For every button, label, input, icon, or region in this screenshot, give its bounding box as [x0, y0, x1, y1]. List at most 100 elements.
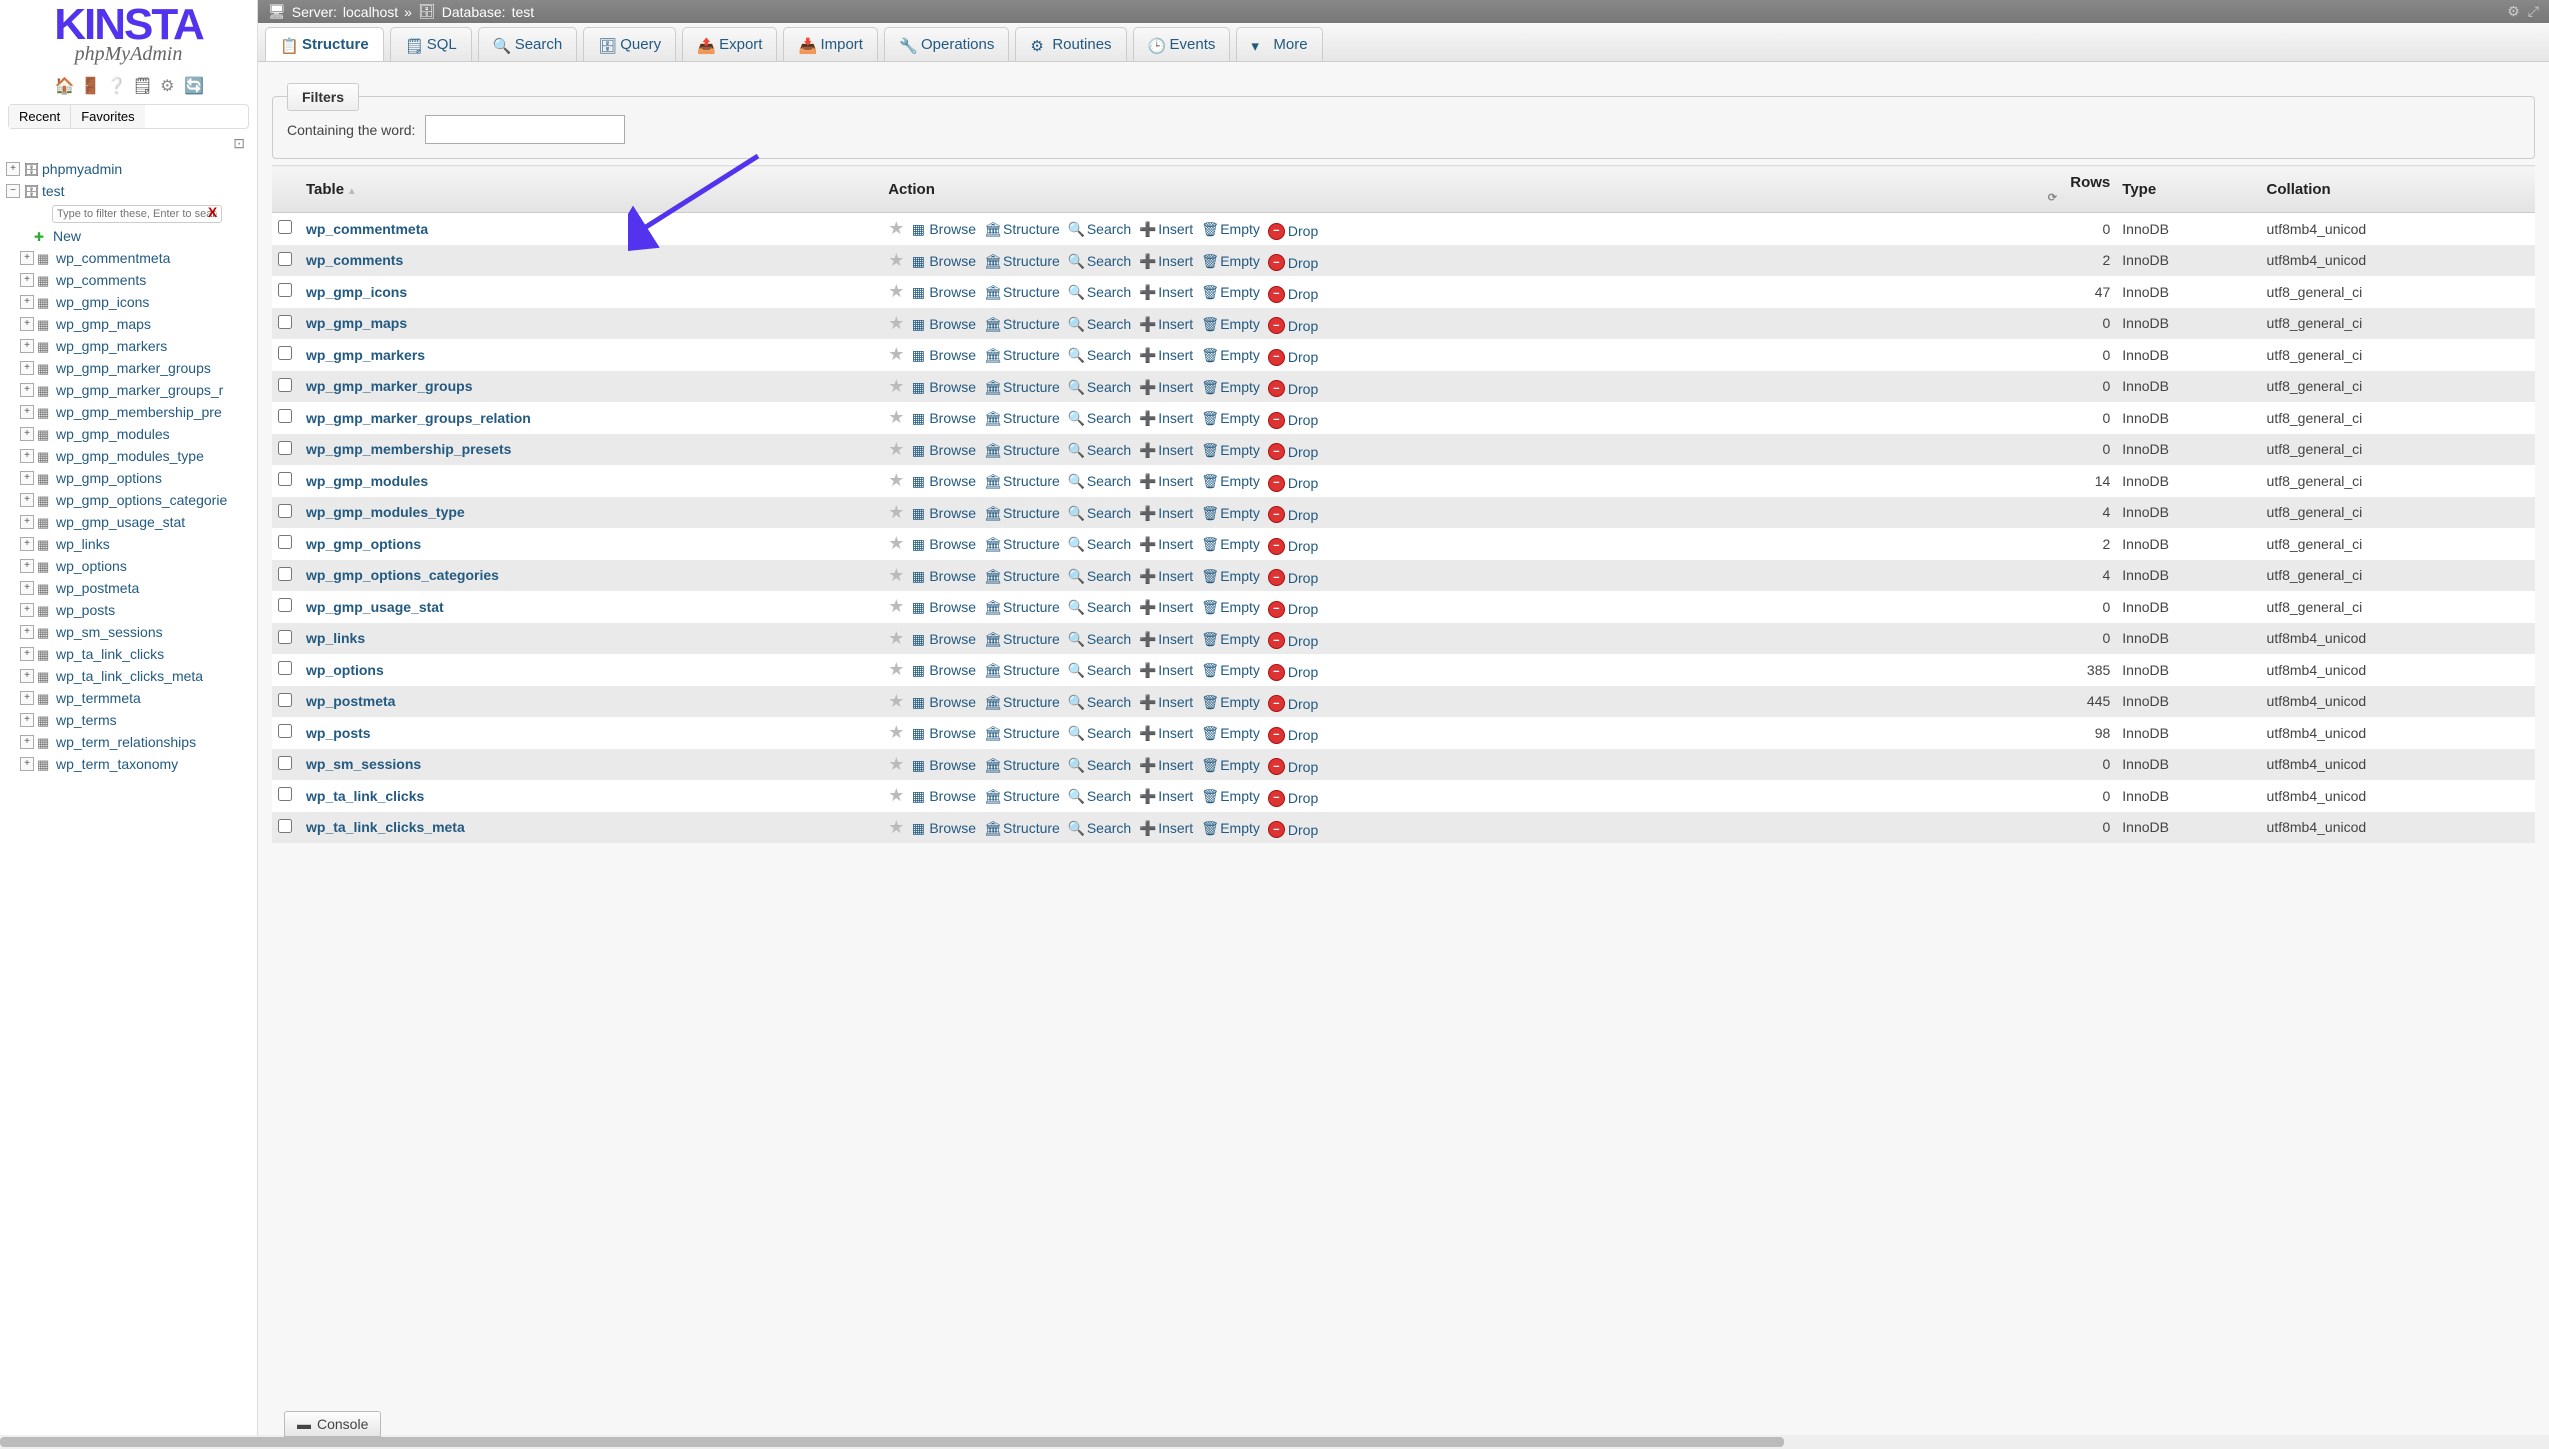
browse-action[interactable]: ▦Browse [910, 442, 976, 458]
table-name-link[interactable]: wp_commentmeta [306, 221, 428, 237]
drop-action[interactable]: −Drop [1268, 601, 1318, 618]
favorite-icon[interactable]: ★ [888, 376, 904, 397]
insert-action[interactable]: ➕Insert [1139, 410, 1193, 426]
structure-action[interactable]: 🏛Structure [984, 316, 1060, 332]
drop-action[interactable]: −Drop [1268, 821, 1318, 838]
tab-routines[interactable]: ⚙Routines [1015, 27, 1126, 61]
insert-action[interactable]: ➕Insert [1139, 347, 1193, 363]
insert-action[interactable]: ➕Insert [1139, 536, 1193, 552]
col-type[interactable]: Type [2116, 166, 2260, 213]
collapse-top-icon[interactable]: ⤢ [2528, 3, 2539, 20]
row-checkbox[interactable] [278, 283, 292, 297]
tree-table-node[interactable]: +wp_comments [4, 269, 255, 291]
structure-action[interactable]: 🏛Structure [984, 631, 1060, 647]
row-checkbox[interactable] [278, 346, 292, 360]
row-checkbox[interactable] [278, 598, 292, 612]
structure-action[interactable]: 🏛Structure [984, 284, 1060, 300]
tab-import[interactable]: 📥Import [783, 27, 878, 61]
tree-table-node[interactable]: +wp_options [4, 555, 255, 577]
empty-action[interactable]: 🗑Empty [1201, 442, 1260, 458]
empty-action[interactable]: 🗑Empty [1201, 599, 1260, 615]
table-name-link[interactable]: wp_options [306, 662, 384, 678]
tree-table-node[interactable]: +wp_ta_link_clicks [4, 643, 255, 665]
row-checkbox[interactable] [278, 441, 292, 455]
tree-table-node[interactable]: +wp_posts [4, 599, 255, 621]
insert-action[interactable]: ➕Insert [1139, 442, 1193, 458]
insert-action[interactable]: ➕Insert [1139, 473, 1193, 489]
tree-table-node[interactable]: +wp_gmp_modules [4, 423, 255, 445]
favorite-icon[interactable]: ★ [888, 565, 904, 586]
browse-action[interactable]: ▦Browse [910, 757, 976, 773]
structure-action[interactable]: 🏛Structure [984, 442, 1060, 458]
row-checkbox[interactable] [278, 661, 292, 675]
database-link[interactable]: test [512, 4, 535, 20]
table-name-link[interactable]: wp_gmp_marker_groups [306, 378, 473, 394]
empty-action[interactable]: 🗑Empty [1201, 820, 1260, 836]
help-icon[interactable]: ❔ [107, 76, 125, 94]
structure-action[interactable]: 🏛Structure [984, 820, 1060, 836]
browse-action[interactable]: ▦Browse [910, 316, 976, 332]
insert-action[interactable]: ➕Insert [1139, 820, 1193, 836]
reload-icon[interactable]: 🔄 [184, 76, 202, 94]
empty-action[interactable]: 🗑Empty [1201, 505, 1260, 521]
favorite-icon[interactable]: ★ [888, 344, 904, 365]
tab-events[interactable]: 🕒Events [1133, 27, 1231, 61]
expand-icon[interactable]: + [20, 493, 34, 507]
collapse-icon[interactable]: ⊡ [0, 133, 257, 154]
tree-table-node[interactable]: +wp_gmp_modules_type [4, 445, 255, 467]
search-action[interactable]: 🔍Search [1068, 284, 1131, 300]
search-action[interactable]: 🔍Search [1068, 253, 1131, 269]
expand-icon[interactable]: + [20, 691, 34, 705]
empty-action[interactable]: 🗑Empty [1201, 757, 1260, 773]
tree-table-node[interactable]: +wp_gmp_markers [4, 335, 255, 357]
structure-action[interactable]: 🏛Structure [984, 379, 1060, 395]
expand-icon[interactable]: + [20, 449, 34, 463]
exit-icon[interactable]: 🚪 [81, 76, 99, 94]
tree-table-node[interactable]: +wp_gmp_membership_pre [4, 401, 255, 423]
drop-action[interactable]: −Drop [1268, 475, 1318, 492]
search-action[interactable]: 🔍Search [1068, 725, 1131, 741]
search-action[interactable]: 🔍Search [1068, 316, 1131, 332]
structure-action[interactable]: 🏛Structure [984, 599, 1060, 615]
drop-action[interactable]: −Drop [1268, 443, 1318, 460]
structure-action[interactable]: 🏛Structure [984, 410, 1060, 426]
table-name-link[interactable]: wp_gmp_membership_presets [306, 441, 511, 457]
browse-action[interactable]: ▦Browse [910, 568, 976, 584]
filter-word-input[interactable] [425, 115, 625, 144]
search-action[interactable]: 🔍Search [1068, 788, 1131, 804]
col-collation[interactable]: Collation [2261, 166, 2535, 213]
expand-icon[interactable]: + [20, 669, 34, 683]
expand-icon[interactable]: + [20, 471, 34, 485]
browse-action[interactable]: ▦Browse [910, 284, 976, 300]
tab-query[interactable]: 🗄Query [583, 27, 676, 61]
insert-action[interactable]: ➕Insert [1139, 662, 1193, 678]
favorites-button[interactable]: Favorites [71, 105, 144, 128]
browse-action[interactable]: ▦Browse [910, 221, 976, 237]
insert-action[interactable]: ➕Insert [1139, 694, 1193, 710]
insert-action[interactable]: ➕Insert [1139, 316, 1193, 332]
drop-action[interactable]: −Drop [1268, 727, 1318, 744]
expand-icon[interactable]: + [20, 251, 34, 265]
tree-table-node[interactable]: +wp_sm_sessions [4, 621, 255, 643]
insert-action[interactable]: ➕Insert [1139, 788, 1193, 804]
drop-action[interactable]: −Drop [1268, 254, 1318, 271]
expand-icon[interactable]: + [20, 713, 34, 727]
tree-table-node[interactable]: +wp_links [4, 533, 255, 555]
empty-action[interactable]: 🗑Empty [1201, 694, 1260, 710]
browse-action[interactable]: ▦Browse [910, 379, 976, 395]
tab-more[interactable]: ▾More [1236, 27, 1322, 61]
row-checkbox[interactable] [278, 724, 292, 738]
drop-action[interactable]: −Drop [1268, 349, 1318, 366]
expand-icon[interactable]: + [20, 625, 34, 639]
favorite-icon[interactable]: ★ [888, 817, 904, 838]
tree-table-node[interactable]: +wp_gmp_options [4, 467, 255, 489]
drop-action[interactable]: −Drop [1268, 538, 1318, 555]
empty-action[interactable]: 🗑Empty [1201, 725, 1260, 741]
row-checkbox[interactable] [278, 472, 292, 486]
search-action[interactable]: 🔍Search [1068, 757, 1131, 773]
table-name-link[interactable]: wp_gmp_options_categories [306, 567, 499, 583]
expand-icon[interactable]: + [20, 339, 34, 353]
browse-action[interactable]: ▦Browse [910, 820, 976, 836]
col-table[interactable]: Table [300, 166, 882, 213]
row-checkbox[interactable] [278, 378, 292, 392]
